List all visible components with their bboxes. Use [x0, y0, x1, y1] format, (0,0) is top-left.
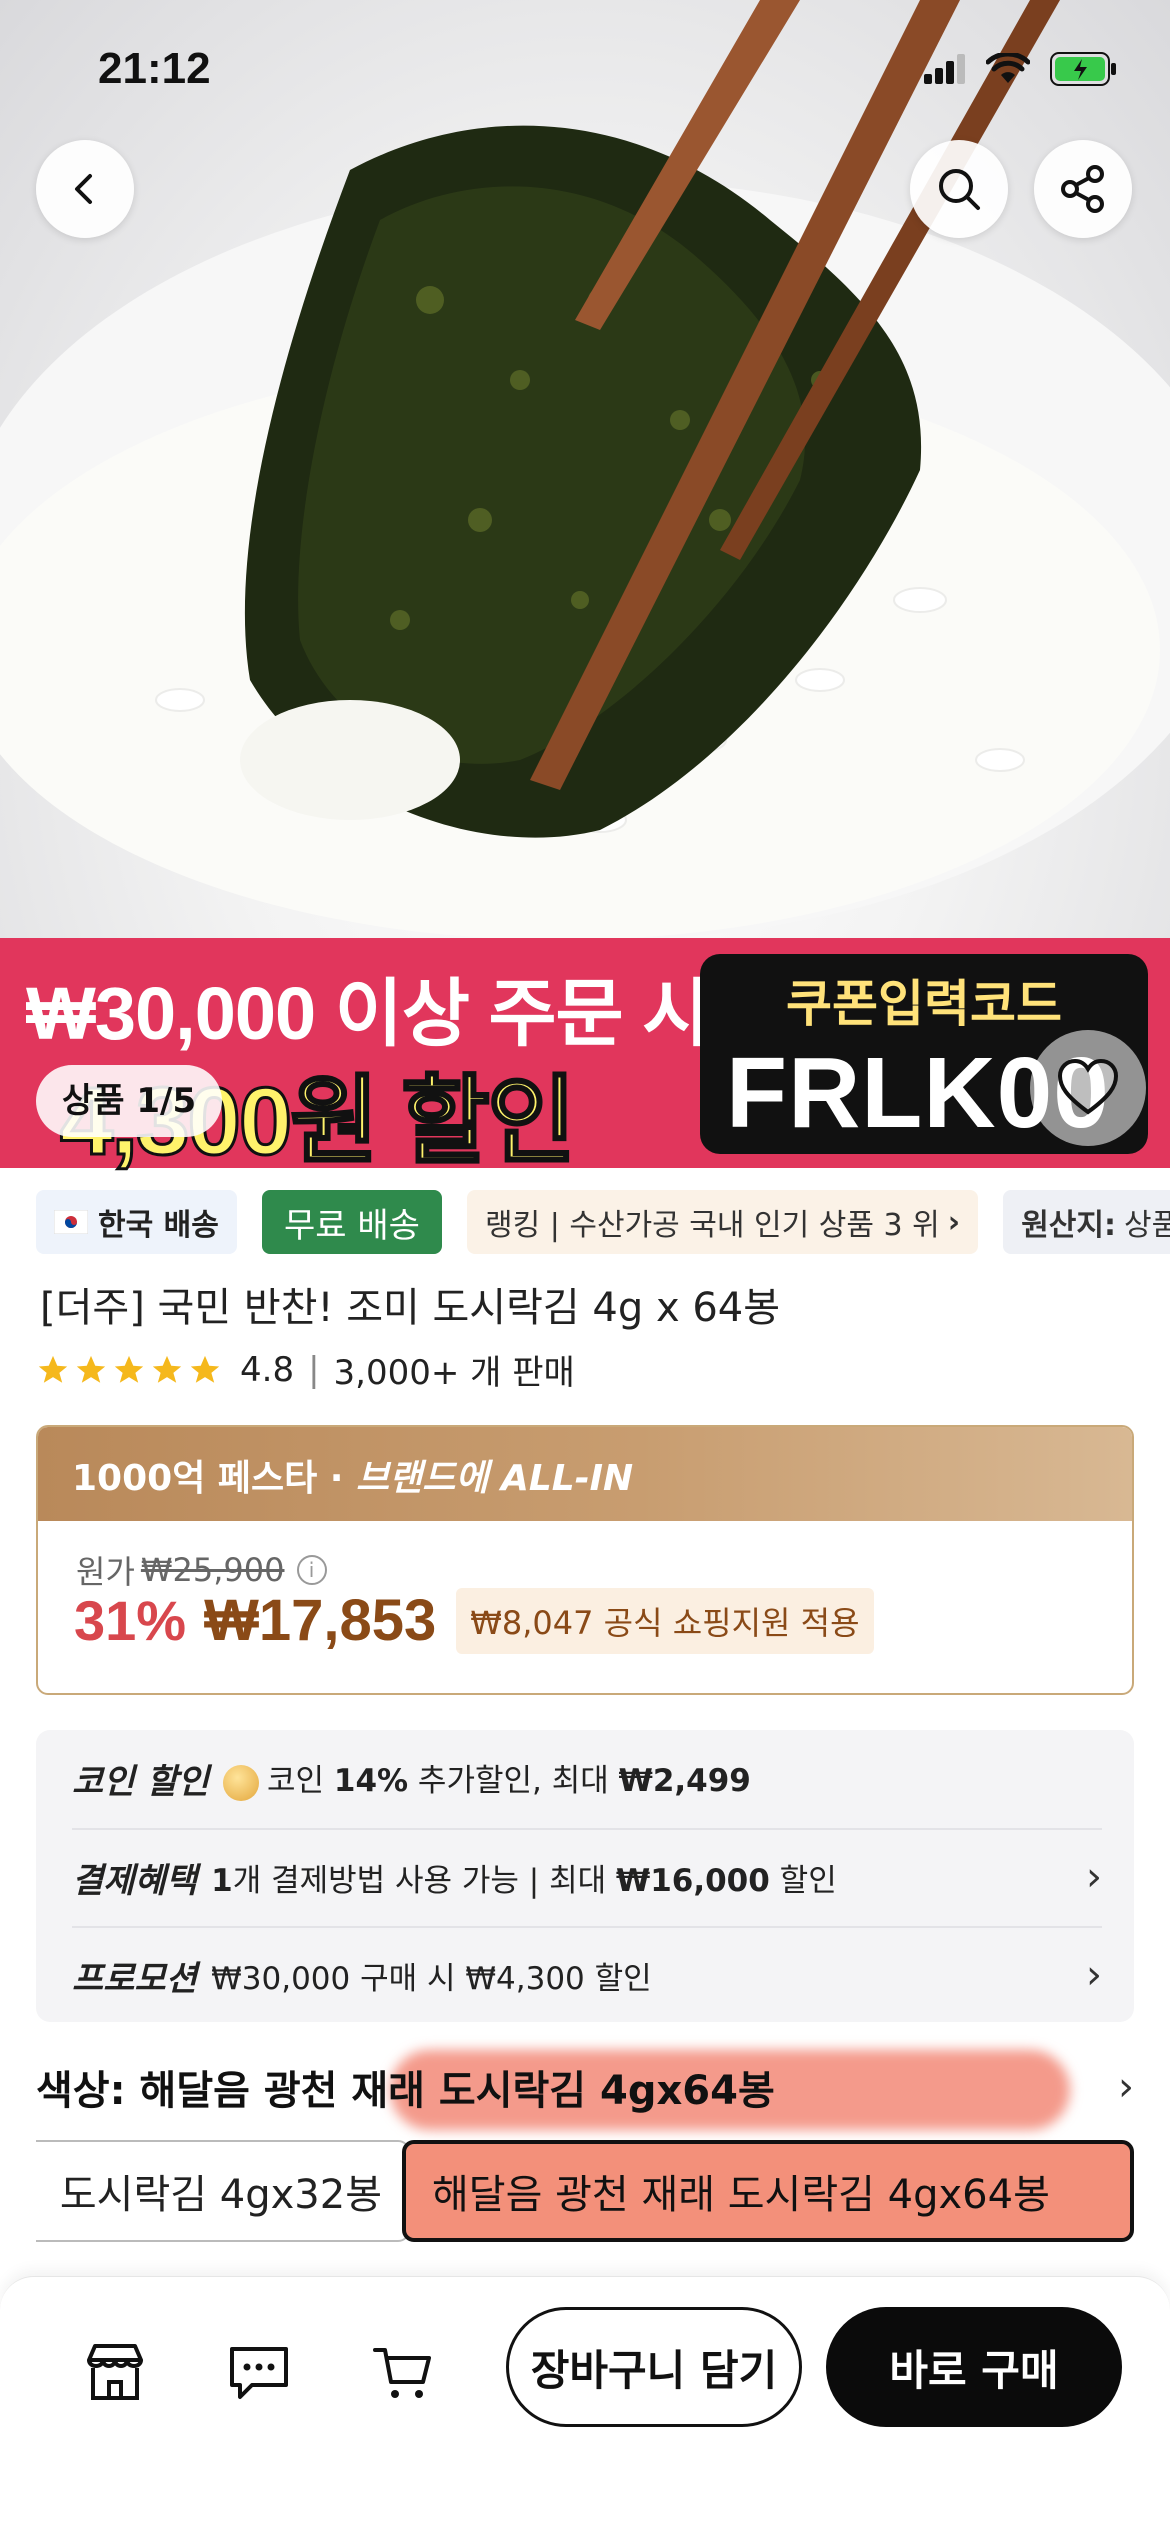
add-to-cart-button[interactable]: 장바구니 담기	[506, 2307, 802, 2427]
option-label: 색상: 해달음 광천 재래 도시락김 4gx64봉	[36, 2068, 775, 2114]
status-icons	[924, 52, 1118, 86]
korea-shipping-chip: 한국 배송	[36, 1190, 237, 1254]
chevron-left-icon	[75, 174, 92, 204]
sale-price-row: 31% ₩17,853 ₩8,047 공식 쇼핑지원 적용	[74, 1587, 874, 1654]
chevron-right-icon: ›	[947, 1204, 961, 1240]
store-icon	[87, 2344, 143, 2400]
festa-title: 1000억 페스타 · 브랜드에 ALL-IN	[72, 1449, 633, 1501]
chat-button[interactable]	[220, 2333, 298, 2411]
wishlist-button[interactable]	[1030, 1030, 1146, 1146]
payment-benefit-text: 1개 결제방법 사용 가능 | 최대 ₩16,000 할인	[211, 1862, 837, 1899]
coin-discount-label: 코인 할인	[72, 1761, 209, 1802]
battery-icon	[1050, 52, 1116, 86]
chevron-right-icon: ›	[1086, 1854, 1102, 1900]
benefits-panel: 코인 할인 코인 14% 추가할인, 최대 ₩2,499 결제혜택 1개 결제방…	[36, 1730, 1134, 2022]
free-shipping-chip: 무료 배송	[261, 1190, 442, 1254]
cart-icon-button[interactable]	[364, 2333, 442, 2411]
share-icon	[1061, 165, 1104, 213]
promotion-text: ₩30,000 구매 시 ₩4,300 할인	[211, 1960, 652, 1997]
coupon-title: 쿠폰입력코드	[786, 975, 1062, 1033]
payment-benefit-row[interactable]: 결제혜택 1개 결제방법 사용 가능 | 최대 ₩16,000 할인 ›	[72, 1828, 1102, 1924]
status-bar: 21:12	[0, 0, 1170, 150]
origin-chip: 원산지: 상품 상	[1003, 1190, 1170, 1254]
chevron-right-icon: ›	[1118, 2064, 1134, 2110]
search-button[interactable]	[910, 140, 1008, 238]
promotion-row[interactable]: 프로모션 ₩30,000 구매 시 ₩4,300 할인 ›	[72, 1926, 1102, 2022]
cart-icon	[373, 2348, 431, 2398]
image-counter: 상품 1/5	[36, 1065, 223, 1137]
chevron-right-icon: ›	[1086, 1952, 1102, 1998]
star-icon	[76, 1355, 106, 1383]
korea-flag-icon	[54, 1210, 88, 1234]
heart-icon	[1057, 1058, 1119, 1115]
shopping-support-badge: ₩8,047 공식 쇼핑지원 적용	[456, 1587, 874, 1654]
store-button[interactable]	[76, 2333, 154, 2411]
ranking-label: 랭킹 | 수산가공 국내 인기 상품 3 위	[484, 1208, 940, 1243]
sold-count: 3,000+ 개 판매	[333, 1353, 575, 1393]
product-title: [더주] 국민 반찬! 조미 도시락김 4g x 64봉	[40, 1285, 781, 1331]
coin-discount-text: 코인 14% 추가할인, 최대 ₩2,499	[222, 1755, 1102, 1801]
festa-prefix: 1000억 페스타 ·	[72, 1458, 356, 1499]
search-icon	[939, 169, 980, 210]
bottom-action-bar: 장바구니 담기 바로 구매	[0, 2276, 1170, 2532]
rating-divider: |	[308, 1349, 320, 1390]
origin-label: 원산지:	[1021, 1208, 1117, 1243]
discount-rate: 31%	[74, 1589, 187, 1652]
coin-discount-row: 코인 할인 코인 14% 추가할인, 최대 ₩2,499	[72, 1730, 1102, 1826]
share-button[interactable]	[1034, 140, 1132, 238]
option-item-selected[interactable]: 해달음 광천 재래 도시락김 4gx64봉	[402, 2140, 1134, 2242]
back-button[interactable]	[36, 140, 134, 238]
chat-icon	[230, 2347, 288, 2399]
option-header[interactable]: 색상: 해달음 광천 재래 도시락김 4gx64봉 ›	[36, 2058, 1134, 2116]
coin-icon	[222, 1764, 259, 1801]
info-icon[interactable]: i	[296, 1555, 327, 1585]
rating-value: 4.8	[240, 1349, 295, 1390]
product-image[interactable]: 21:12	[0, 0, 1170, 940]
star-icon	[114, 1355, 144, 1383]
festa-brand: 브랜드에 ALL-IN	[355, 1458, 634, 1499]
original-price: ₩25,900	[140, 1551, 285, 1589]
payment-benefit-label: 결제혜택	[72, 1860, 198, 1901]
promotion-label: 프로모션	[72, 1958, 198, 1999]
rating-stars	[36, 1353, 222, 1387]
ranking-chip[interactable]: 랭킹 | 수산가공 국내 인기 상품 3 위 ›	[466, 1190, 979, 1254]
buy-now-button[interactable]: 바로 구매	[826, 2307, 1122, 2427]
option-item[interactable]: 도시락김 4gx32봉	[36, 2140, 410, 2242]
price-card: 1000억 페스타 · 브랜드에 ALL-IN 원가 ₩25,900 i 31%…	[36, 1425, 1134, 1695]
status-time: 21:12	[98, 44, 211, 93]
star-icon	[152, 1355, 182, 1383]
origin-value: 상품 상	[1124, 1208, 1170, 1243]
korea-shipping-label: 한국 배송	[98, 1208, 219, 1243]
price-card-header: 1000억 페스타 · 브랜드에 ALL-IN	[38, 1427, 1132, 1521]
wifi-icon	[986, 53, 1030, 83]
signal-icon	[924, 54, 965, 84]
star-icon	[38, 1355, 68, 1383]
star-icon	[190, 1355, 220, 1383]
option-list[interactable]: 도시락김 4gx32봉 해달음 광천 재래 도시락김 4gx64봉	[36, 2140, 1170, 2244]
product-tags: 한국 배송 무료 배송 랭킹 | 수산가공 국내 인기 상품 3 위 › 원산지…	[36, 1190, 1170, 1254]
sale-price: ₩17,853	[204, 1588, 437, 1653]
rating-row[interactable]: 4.8 | 3,000+ 개 판매	[36, 1345, 575, 1394]
